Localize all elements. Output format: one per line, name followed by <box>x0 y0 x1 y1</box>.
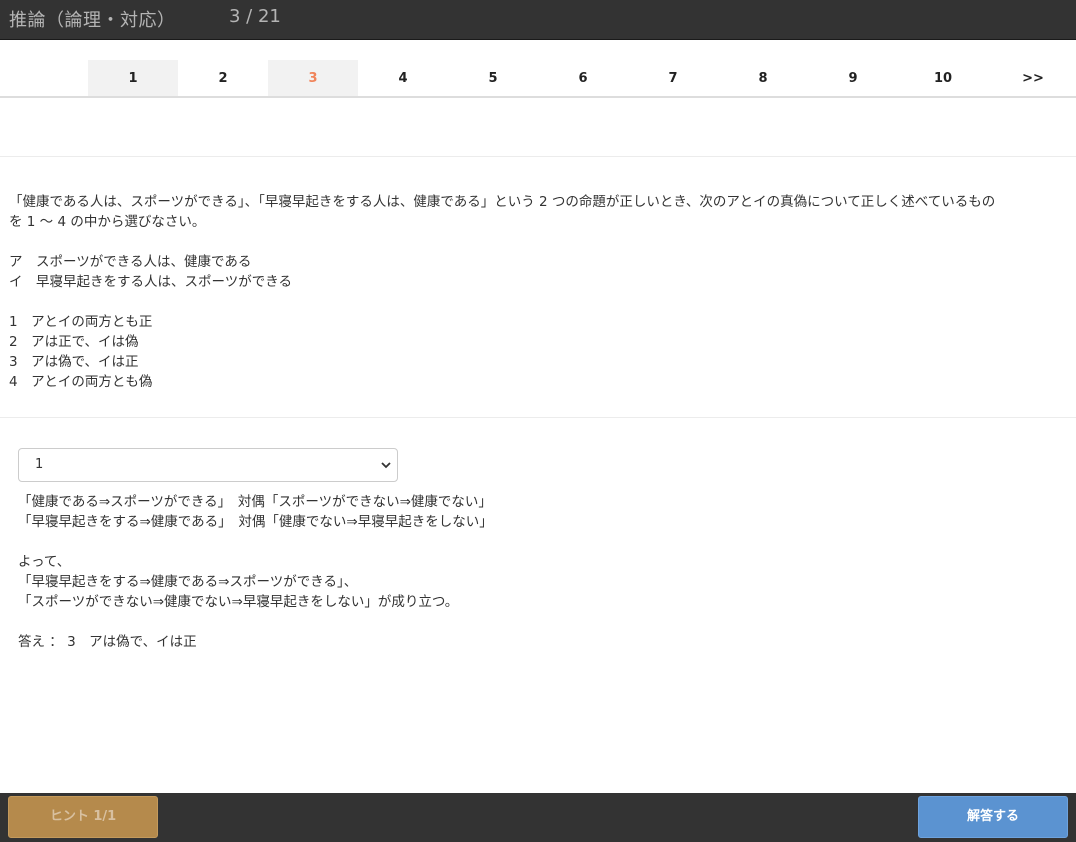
page-6-button[interactable]: 6 <box>538 60 628 96</box>
choice-1: 1 アとイの両方とも正 <box>9 314 153 330</box>
chevron-down-icon <box>381 462 391 469</box>
page-4-button[interactable]: 4 <box>358 60 448 96</box>
answer-dropdown[interactable]: 1 <box>18 448 398 482</box>
choice-3: 3 アは偽で、イは正 <box>9 354 139 370</box>
explanation-line-5: 「スポーツができない⇒健康でない⇒早寝早起きをしない」が成り立つ。 <box>18 594 459 610</box>
divider-top <box>0 156 1076 157</box>
page-7-button[interactable]: 7 <box>628 60 718 96</box>
statement-a: ア スポーツができる人は、健康である <box>9 254 252 270</box>
page-title: 推論（論理・対応） <box>9 10 176 31</box>
submit-answer-button[interactable]: 解答する <box>918 796 1068 838</box>
explanation-text: 「健康である⇒スポーツができる」 対偶「スポーツができない⇒健康でない」 「早寝… <box>18 492 1058 652</box>
header-bar: 推論（論理・対応） 3 / 21 <box>0 0 1076 40</box>
explanation-line-4: 「早寝早起きをする⇒健康である⇒スポーツができる」、 <box>18 574 358 590</box>
footer-bar: ヒント 1/1 解答する <box>0 793 1076 842</box>
choice-4: 4 アとイの両方とも偽 <box>9 374 153 390</box>
page-10-button[interactable]: 10 <box>898 60 988 96</box>
question-counter: 3 / 21 <box>229 6 281 27</box>
hint-button[interactable]: ヒント 1/1 <box>8 796 158 838</box>
question-stem-line-2: を 1 ～ 4 の中から選びなさい。 <box>9 214 206 230</box>
page-5-button[interactable]: 5 <box>448 60 538 96</box>
question-pager: 1 2 3 4 5 6 7 8 9 10 >> <box>0 60 1076 98</box>
choice-2: 2 アは正で、イは偽 <box>9 334 139 350</box>
explanation-line-1: 「健康である⇒スポーツができる」 対偶「スポーツができない⇒健康でない」 <box>18 494 492 510</box>
page-8-button[interactable]: 8 <box>718 60 808 96</box>
page-1-button[interactable]: 1 <box>88 60 178 96</box>
page-3-button[interactable]: 3 <box>268 60 358 96</box>
question-text: 「健康である人は、スポーツができる」、「早寝早起きをする人は、健康である」という… <box>9 192 1059 392</box>
next-pages-button[interactable]: >> <box>988 60 1076 96</box>
answer-selected-value: 1 <box>35 457 44 472</box>
statement-b: イ 早寝早起きをする人は、スポーツができる <box>9 274 292 290</box>
divider-middle <box>0 417 1076 418</box>
question-stem-line-1: 「健康である人は、スポーツができる」、「早寝早起きをする人は、健康である」という… <box>9 194 996 210</box>
explanation-line-3: よって、 <box>18 554 71 570</box>
page-9-button[interactable]: 9 <box>808 60 898 96</box>
page-2-button[interactable]: 2 <box>178 60 268 96</box>
answer-line: 答え ： 3 アは偽で、イは正 <box>18 634 197 650</box>
explanation-line-2: 「早寝早起きをする⇒健康である」 対偶「健康でない⇒早寝早起きをしない」 <box>18 514 493 530</box>
